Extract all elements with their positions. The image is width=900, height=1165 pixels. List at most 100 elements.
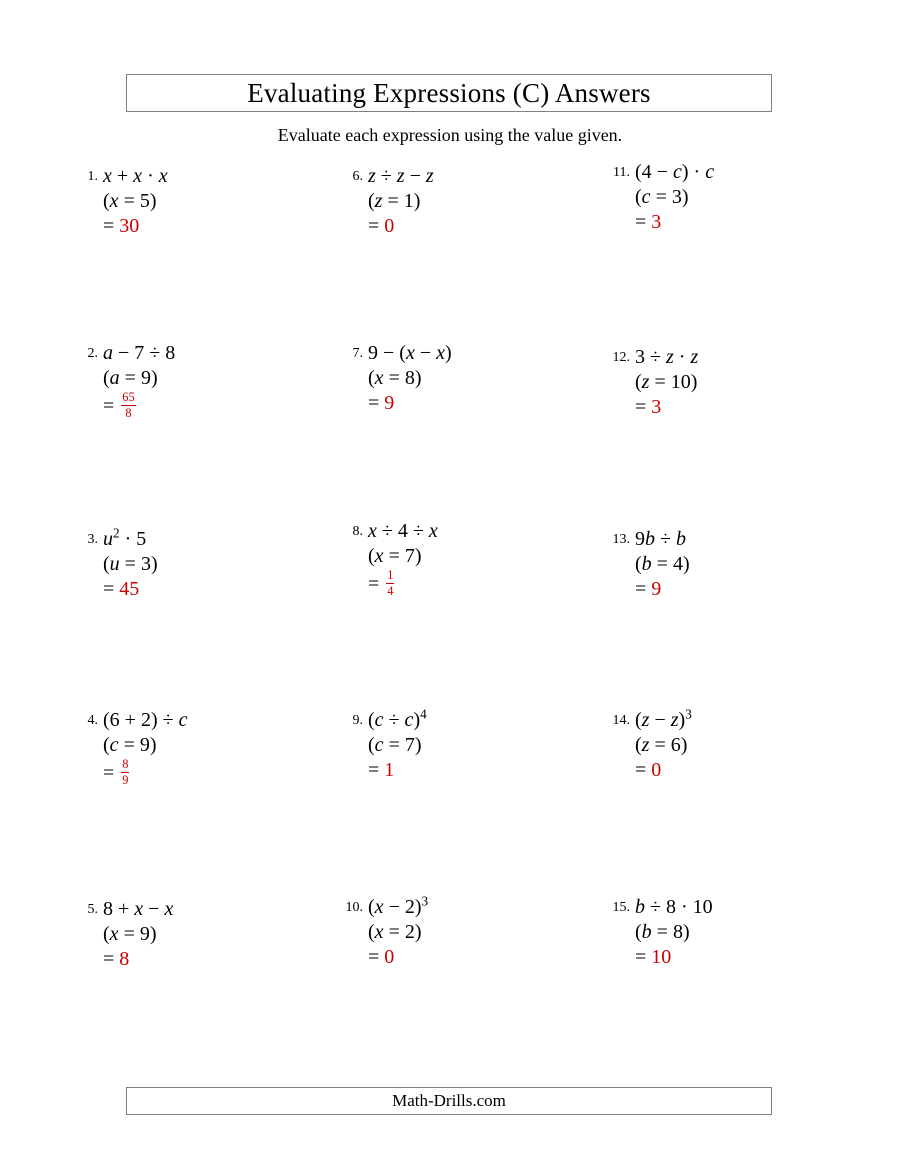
problem-item: 5. 8 + x − x (x = 9) = 8 bbox=[68, 897, 328, 972]
footer-box: Math-Drills.com bbox=[126, 1087, 772, 1115]
problem-expression: 9b ÷ b bbox=[635, 528, 686, 550]
problem-item: 11. (4 − c) · c (c = 3) = 3 bbox=[600, 160, 860, 235]
problem-substitution: (c = 3) bbox=[635, 186, 689, 208]
equals-sign: = bbox=[103, 761, 115, 784]
problem-expression: b ÷ 8 · 10 bbox=[635, 896, 713, 918]
problem-item: 6. z ÷ z − z (z = 1) = 0 bbox=[333, 164, 593, 239]
problem-substitution: (z = 10) bbox=[635, 371, 698, 393]
answer-value: 10 bbox=[651, 946, 672, 968]
problem-substitution: (x = 8) bbox=[368, 367, 422, 389]
equals-sign: = bbox=[103, 948, 115, 970]
problem-body: (z − z)3 (z = 6) = 0 bbox=[635, 707, 860, 783]
problem-body: 9 − (x − x) (x = 8) = 9 bbox=[368, 341, 593, 416]
answer-value: 0 bbox=[651, 759, 662, 781]
problem-body: 9b ÷ b (b = 4) = 9 bbox=[635, 527, 860, 602]
problem-expression: (6 + 2) ÷ c bbox=[103, 709, 188, 731]
problem-expression: 3 ÷ z · z bbox=[635, 346, 699, 368]
problem-substitution: (z = 6) bbox=[635, 734, 688, 756]
problem-expression: a − 7 ÷ 8 bbox=[103, 342, 176, 364]
fraction-numerator: 65 bbox=[122, 390, 135, 404]
problem-answer: = 8 bbox=[103, 947, 328, 972]
problem-body: (x − 2)3 (x = 2) = 0 bbox=[368, 893, 593, 970]
problem-substitution: (x = 7) bbox=[368, 545, 422, 567]
equals-sign: = bbox=[635, 396, 647, 418]
problem-number: 15. bbox=[612, 900, 631, 915]
problem-expression: x ÷ 4 ÷ x bbox=[368, 520, 438, 542]
problem-answer: = 1 bbox=[368, 758, 593, 783]
answer-value: 0 bbox=[384, 215, 395, 237]
answer-fraction: 89 bbox=[121, 757, 130, 788]
problem-answer: = 30 bbox=[103, 214, 328, 239]
problem-expression: (x − 2)3 bbox=[368, 893, 429, 918]
problem-answer: = 45 bbox=[103, 577, 328, 602]
answer-fraction: 65 8 bbox=[121, 390, 136, 421]
equals-sign: = bbox=[368, 946, 380, 968]
problem-answer: = 0 bbox=[368, 214, 593, 239]
problem-substitution: (u = 3) bbox=[103, 553, 158, 575]
problem-answer: = 3 bbox=[635, 395, 860, 420]
equals-sign: = bbox=[103, 394, 115, 417]
problem-substitution: (a = 9) bbox=[103, 367, 158, 389]
answer-value: 3 bbox=[651, 211, 662, 233]
equals-sign: = bbox=[635, 211, 647, 233]
problem-item: 7. 9 − (x − x) (x = 8) = 9 bbox=[333, 341, 593, 416]
problem-item: 2. a − 7 ÷ 8 (a = 9) = 65 8 bbox=[68, 341, 328, 420]
equals-sign: = bbox=[368, 392, 380, 414]
problem-answer: = 89 bbox=[103, 757, 328, 788]
problem-body: b ÷ 8 · 10 (b = 8) = 10 bbox=[635, 895, 860, 970]
answer-fraction: 14 bbox=[386, 568, 395, 598]
problem-expression: (c ÷ c)4 bbox=[368, 706, 427, 731]
problem-number: 4. bbox=[87, 713, 99, 728]
problem-substitution: (x = 9) bbox=[103, 923, 157, 945]
problem-body: a − 7 ÷ 8 (a = 9) = 65 8 bbox=[103, 341, 328, 420]
problem-item: 9. (c ÷ c)4 (c = 7) = 1 bbox=[333, 706, 593, 783]
problem-number: 10. bbox=[345, 900, 364, 915]
problem-expression: (4 − c) · c bbox=[635, 161, 715, 183]
problem-item: 12. 3 ÷ z · z (z = 10) = 3 bbox=[600, 345, 860, 420]
problem-substitution: (b = 4) bbox=[635, 553, 690, 575]
fraction-denominator: 9 bbox=[122, 773, 129, 788]
problem-body: u2 · 5 (u = 3) = 45 bbox=[103, 525, 328, 602]
problem-substitution: (c = 9) bbox=[103, 734, 157, 756]
problem-answer: = 3 bbox=[635, 210, 860, 235]
problem-substitution: (x = 5) bbox=[103, 190, 157, 212]
equals-sign: = bbox=[368, 572, 380, 595]
answer-value: 45 bbox=[119, 578, 140, 600]
problem-number: 6. bbox=[352, 169, 364, 184]
problem-substitution: (z = 1) bbox=[368, 190, 421, 212]
problem-item: 13. 9b ÷ b (b = 4) = 9 bbox=[600, 527, 860, 602]
problem-substitution: (c = 7) bbox=[368, 734, 422, 756]
problem-number: 14. bbox=[612, 713, 631, 728]
problem-answer: = 65 8 bbox=[103, 390, 328, 421]
problem-number: 8. bbox=[352, 524, 364, 539]
problem-body: (4 − c) · c (c = 3) = 3 bbox=[635, 160, 860, 235]
footer-attribution: Math-Drills.com bbox=[392, 1091, 506, 1110]
answer-value: 0 bbox=[384, 946, 395, 968]
problem-number: 12. bbox=[612, 350, 631, 365]
problem-body: (6 + 2) ÷ c (c = 9) = 89 bbox=[103, 708, 328, 787]
fraction-numerator: 8 bbox=[122, 757, 129, 771]
equals-sign: = bbox=[368, 759, 380, 781]
worksheet-page: Evaluating Expressions (C) Answers Evalu… bbox=[0, 0, 900, 1165]
problem-body: 8 + x − x (x = 9) = 8 bbox=[103, 897, 328, 972]
answer-value: 8 bbox=[119, 948, 130, 970]
fraction-denominator: 8 bbox=[125, 406, 132, 421]
problem-body: x ÷ 4 ÷ x (x = 7) = 14 bbox=[368, 519, 593, 598]
problem-expression: x + x · x bbox=[103, 165, 168, 187]
problem-item: 8. x ÷ 4 ÷ x (x = 7) = 14 bbox=[333, 519, 593, 598]
problem-body: 3 ÷ z · z (z = 10) = 3 bbox=[635, 345, 860, 420]
problem-answer: = 9 bbox=[635, 577, 860, 602]
equals-sign: = bbox=[103, 578, 115, 600]
problem-number: 2. bbox=[87, 346, 99, 361]
problem-item: 10. (x − 2)3 (x = 2) = 0 bbox=[333, 893, 593, 970]
problem-item: 14. (z − z)3 (z = 6) = 0 bbox=[600, 707, 860, 783]
equals-sign: = bbox=[635, 578, 647, 600]
problem-expression: u2 · 5 bbox=[103, 525, 147, 550]
problem-answer: = 14 bbox=[368, 568, 593, 598]
equals-sign: = bbox=[635, 946, 647, 968]
problem-number: 5. bbox=[87, 902, 99, 917]
problem-number: 13. bbox=[612, 532, 631, 547]
problem-item: 15. b ÷ 8 · 10 (b = 8) = 10 bbox=[600, 895, 860, 970]
problem-body: x + x · x (x = 5) = 30 bbox=[103, 164, 328, 239]
problem-number: 3. bbox=[87, 532, 99, 547]
